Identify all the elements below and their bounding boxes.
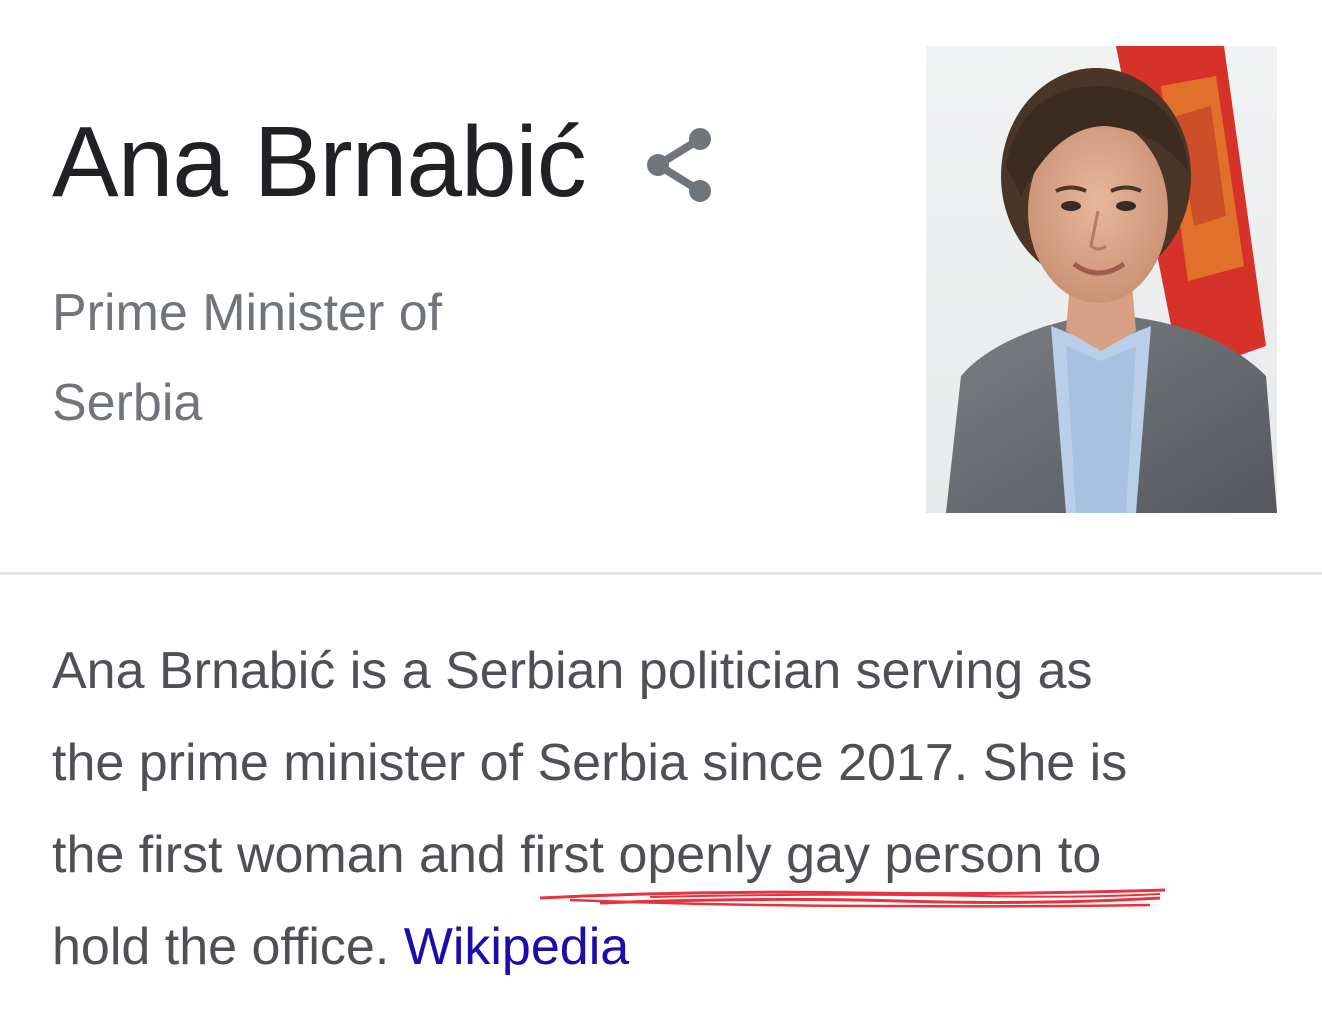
description-line: Ana Brnabić is a Serbian politician serv… (52, 642, 1093, 700)
subtitle-line: Prime Minister of (52, 284, 443, 342)
title-row: Ana Brnabić (52, 112, 716, 212)
highlighted-text: first openly gay person (520, 826, 1044, 884)
description-text: the first woman and (52, 826, 521, 884)
description-line: the prime minister of Serbia since 2017.… (52, 734, 1128, 792)
description-line: the first woman and first openly gay per… (52, 809, 1302, 901)
entity-subtitle: Prime Minister of Serbia (52, 268, 532, 448)
description-text: to (1043, 826, 1102, 884)
portrait-photo[interactable] (926, 46, 1277, 513)
divider (0, 572, 1322, 575)
share-icon (646, 128, 711, 202)
entity-description: Ana Brnabić is a Serbian politician serv… (52, 625, 1302, 993)
description-text: hold the office. (52, 918, 404, 976)
wikipedia-link[interactable]: Wikipedia (404, 918, 629, 976)
entity-title: Ana Brnabić (52, 106, 587, 218)
description-line: hold the office. Wikipedia (52, 901, 1302, 993)
share-button[interactable] (644, 125, 716, 205)
subtitle-line: Serbia (52, 374, 203, 432)
portrait-image (926, 46, 1277, 513)
